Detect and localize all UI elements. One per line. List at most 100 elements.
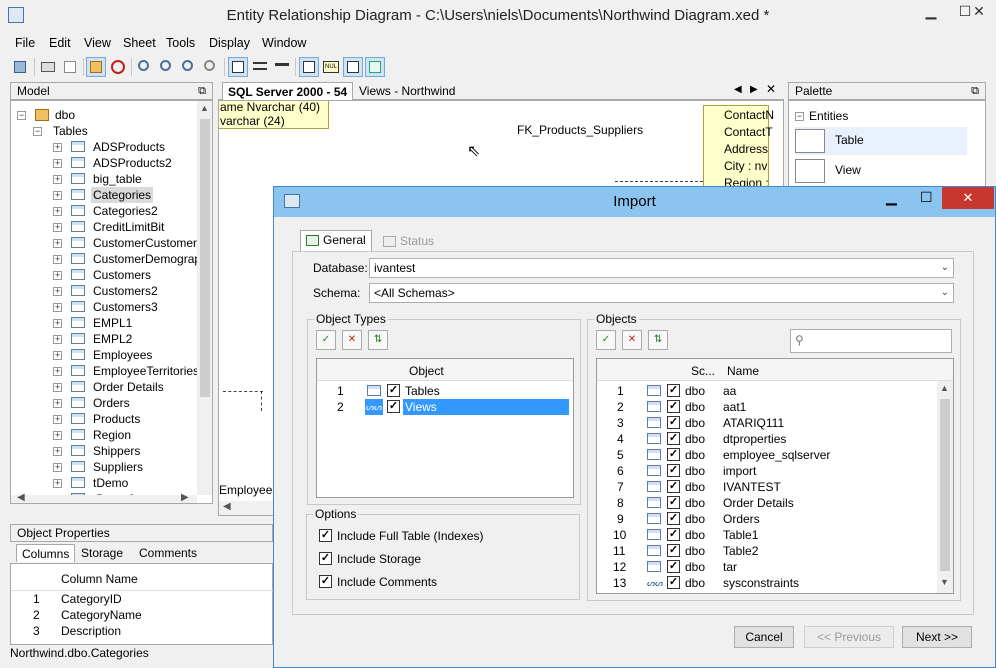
object-row[interactable]: 3 ✓ dbo ATARIQ111	[597, 415, 937, 431]
pin-icon[interactable]: ⧉	[198, 83, 206, 99]
expand-icon[interactable]: +	[53, 335, 62, 344]
scroll-left-icon[interactable]: ◀	[223, 501, 231, 512]
column-header-object[interactable]: Object	[409, 364, 444, 378]
scroll-down-icon[interactable]: ▼	[940, 577, 949, 587]
show-types-icon[interactable]	[272, 57, 292, 77]
scroll-right-icon[interactable]: ▶	[181, 492, 189, 503]
entity-box[interactable]: ame Nvarchar (40) varchar (24)	[219, 101, 329, 129]
check-all-icon[interactable]: ✓	[316, 330, 336, 350]
full-table-checkbox[interactable]: ✓	[319, 529, 332, 542]
object-row[interactable]: 5 ✓ dbo employee_sqlserver	[597, 447, 937, 463]
object-type-row-tables[interactable]: 1 ✓ Tables	[317, 383, 573, 399]
menu-display[interactable]: Display	[209, 36, 250, 50]
object-checkbox[interactable]: ✓	[667, 512, 680, 525]
expand-icon[interactable]: +	[53, 207, 62, 216]
uncheck-all-objects-icon[interactable]: ✕	[622, 330, 642, 350]
next-button[interactable]: Next >>	[902, 626, 972, 648]
tab-close-icon[interactable]: ✕	[766, 82, 776, 96]
expand-icon[interactable]: +	[53, 143, 62, 152]
dialog-minimize-button[interactable]: ▁	[886, 189, 897, 206]
object-row[interactable]: 12 ✓ dbo tar	[597, 559, 937, 575]
check-all-objects-icon[interactable]: ✓	[596, 330, 616, 350]
object-type-row-views[interactable]: 2 ᔕᔕ ✓ Views	[317, 399, 573, 415]
column-header-name[interactable]: Column Name	[61, 572, 138, 586]
chevron-down-icon[interactable]: ⌄	[941, 259, 949, 277]
object-checkbox[interactable]: ✓	[667, 480, 680, 493]
close-button[interactable]: ✕	[962, 0, 996, 24]
tree-scrollbar[interactable]: ▲	[197, 101, 212, 495]
uncheck-all-icon[interactable]: ✕	[342, 330, 362, 350]
object-checkbox[interactable]: ✓	[667, 496, 680, 509]
zoom-fit-icon[interactable]	[135, 57, 155, 77]
schema-combo[interactable]: <All Schemas> ⌄	[369, 283, 954, 303]
dialog-maximize-button[interactable]: ☐	[920, 189, 933, 206]
zoom-in-icon[interactable]	[157, 57, 177, 77]
object-checkbox[interactable]: ✓	[667, 448, 680, 461]
scroll-up-icon[interactable]: ▲	[200, 103, 209, 113]
chevron-down-icon[interactable]: ⌄	[941, 284, 949, 302]
tab-comments[interactable]: Comments	[134, 544, 202, 562]
column-name-cell[interactable]: CategoryName	[61, 608, 142, 622]
object-checkbox[interactable]: ✓	[667, 544, 680, 557]
expand-icon[interactable]: +	[53, 287, 62, 296]
collapse-icon[interactable]: −	[33, 127, 42, 136]
model-tree[interactable]: − dbo − Tables + ADSProducts + ADSProducts2…	[10, 100, 213, 504]
comments-checkbox[interactable]: ✓	[319, 575, 332, 588]
menu-window[interactable]: Window	[262, 36, 306, 50]
zoom-out-icon[interactable]	[179, 57, 199, 77]
scroll-up-icon[interactable]: ▲	[940, 383, 949, 393]
database-combo[interactable]: ivantest ⌄	[369, 258, 954, 278]
objects-scrollbar[interactable]: ▲ ▼	[937, 381, 953, 593]
tables-checkbox[interactable]: ✓	[387, 384, 400, 397]
cancel-button[interactable]: Cancel	[734, 626, 794, 648]
expand-icon[interactable]: +	[53, 239, 62, 248]
minimize-button[interactable]: ▁	[914, 0, 948, 24]
scroll-thumb[interactable]	[940, 399, 950, 571]
expand-icon[interactable]: +	[53, 383, 62, 392]
object-checkbox[interactable]: ✓	[667, 416, 680, 429]
palette-item-view[interactable]: View	[795, 157, 967, 185]
object-row[interactable]: 2 ✓ dbo aat1	[597, 399, 937, 415]
select-tool-icon[interactable]	[86, 57, 106, 77]
xml-view-icon[interactable]	[365, 57, 385, 77]
menu-sheet[interactable]: Sheet	[123, 36, 156, 50]
menu-edit[interactable]: Edit	[49, 36, 71, 50]
tab-views-northwind[interactable]: Views - Northwind	[354, 82, 460, 100]
collapse-icon[interactable]: −	[795, 112, 804, 121]
column-name-cell[interactable]: CategoryID	[61, 592, 122, 606]
expand-icon[interactable]: +	[53, 399, 62, 408]
tab-storage[interactable]: Storage	[76, 544, 128, 562]
menu-file[interactable]: File	[15, 36, 35, 50]
column-name-cell[interactable]: Description	[61, 624, 121, 638]
expand-icon[interactable]: +	[53, 175, 62, 184]
menu-view[interactable]: View	[84, 36, 111, 50]
expand-icon[interactable]: +	[53, 367, 62, 376]
object-row[interactable]: 8 ✓ dbo Order Details	[597, 495, 937, 511]
save-icon[interactable]	[10, 57, 30, 77]
column-header-name[interactable]: Name	[727, 364, 759, 378]
nullable-icon[interactable]: NUL	[321, 57, 341, 77]
object-checkbox[interactable]: ✓	[667, 576, 680, 589]
expand-icon[interactable]: +	[53, 463, 62, 472]
expand-icon[interactable]: +	[53, 223, 62, 232]
invert-check-icon[interactable]: ⇅	[368, 330, 388, 350]
views-checkbox[interactable]: ✓	[387, 400, 400, 413]
expand-icon[interactable]: +	[53, 431, 62, 440]
object-checkbox[interactable]: ✓	[667, 528, 680, 541]
object-checkbox[interactable]: ✓	[667, 560, 680, 573]
object-row[interactable]: 9 ✓ dbo Orders	[597, 511, 937, 527]
object-checkbox[interactable]: ✓	[667, 384, 680, 397]
stop-icon[interactable]	[108, 57, 128, 77]
tab-scroll-right-icon[interactable]: ▶	[750, 84, 758, 95]
object-row[interactable]: 4 ✓ dbo dtproperties	[597, 431, 937, 447]
suppliers-entity[interactable]: ContactN ContactT Address City : nv Regi…	[703, 105, 774, 191]
expand-icon[interactable]: +	[53, 319, 62, 328]
fk-label[interactable]: FK_Products_Suppliers	[517, 123, 643, 137]
expand-icon[interactable]: +	[53, 159, 62, 168]
expand-icon[interactable]: +	[53, 447, 62, 456]
page-setup-icon[interactable]	[60, 57, 80, 77]
show-keys-icon[interactable]	[250, 57, 270, 77]
column-header-schema[interactable]: Sc...	[691, 364, 715, 378]
storage-checkbox[interactable]: ✓	[319, 552, 332, 565]
expand-icon[interactable]: +	[53, 255, 62, 264]
